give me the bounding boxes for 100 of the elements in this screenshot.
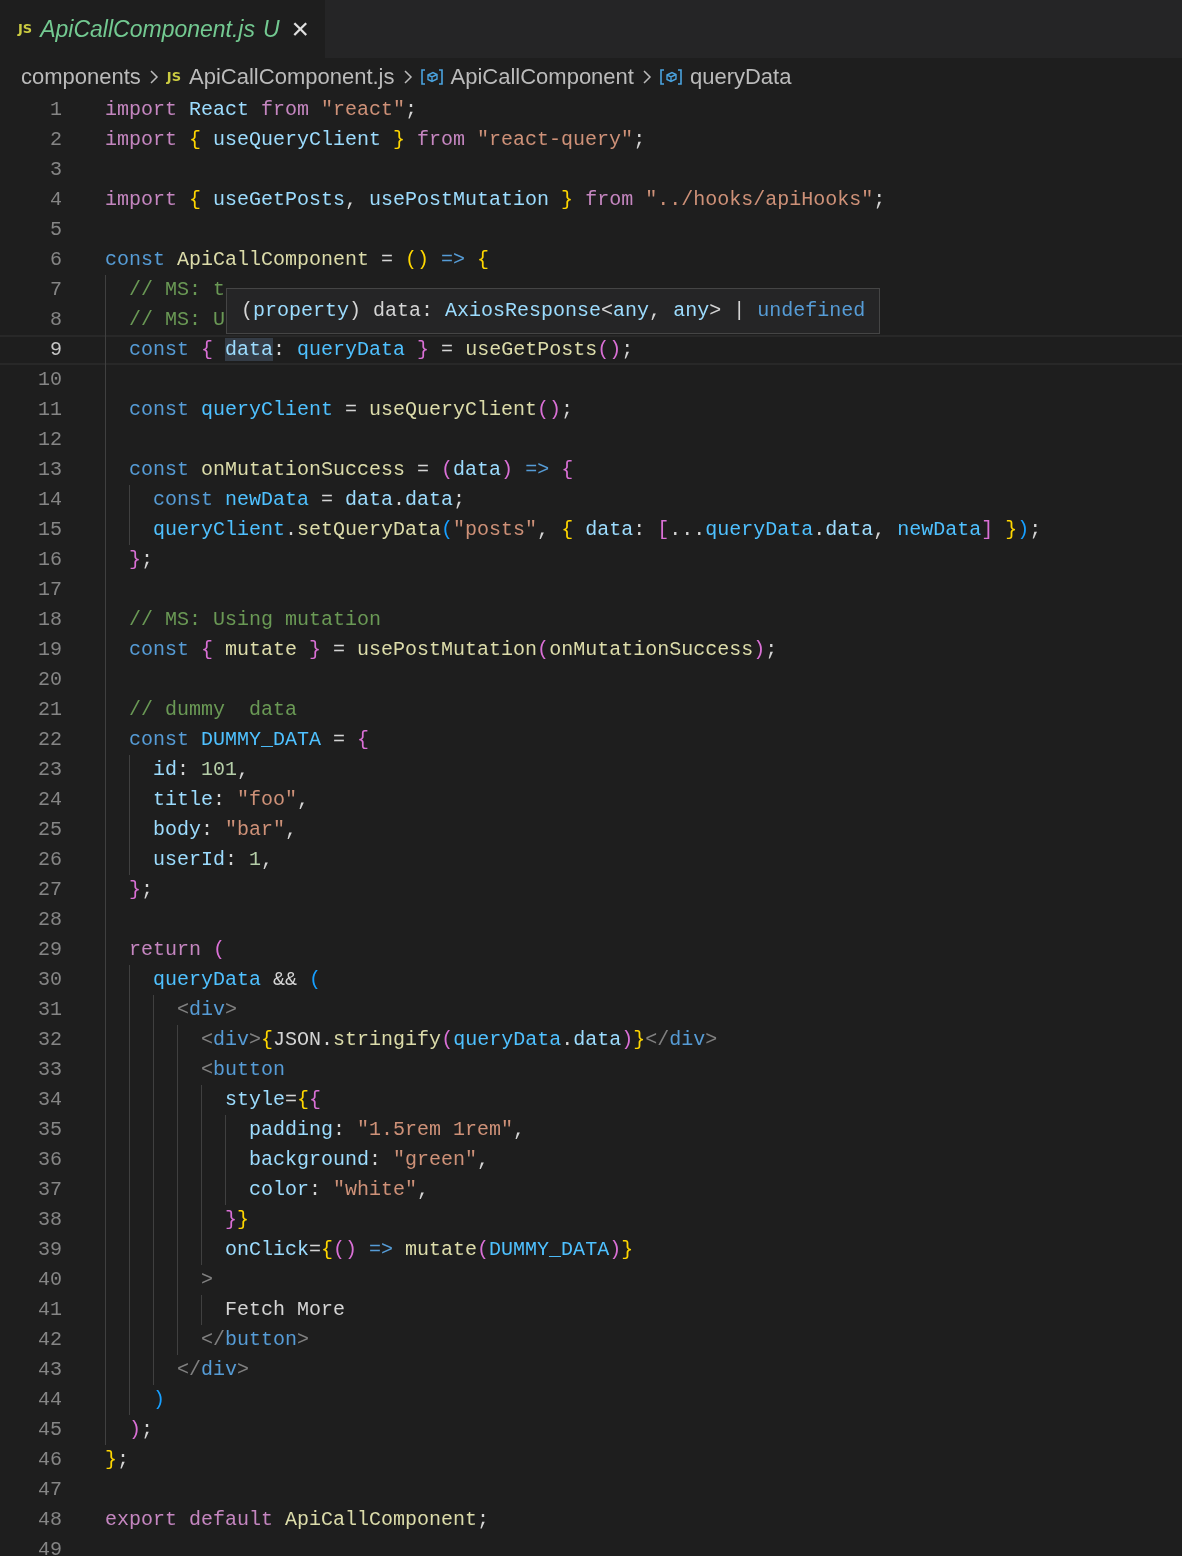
breadcrumb-item[interactable]: ApiCallComponent: [420, 60, 634, 93]
chevron-icon: [641, 68, 652, 85]
line-number: 10: [37, 367, 62, 393]
code-line: <div>: [177, 997, 238, 1023]
line-number: 36: [37, 1147, 62, 1173]
close-button[interactable]: ×: [291, 14, 310, 44]
code-line: return (: [129, 937, 226, 963]
line-number: 38: [37, 1207, 62, 1233]
code-line: // MS: t: [129, 277, 225, 303]
code-line: color: "white",: [249, 1177, 430, 1203]
line-number: 25: [37, 817, 62, 843]
code-line: const newData = data.data;: [153, 487, 466, 513]
chevron-icon: [148, 68, 159, 85]
line-number: 3: [49, 157, 62, 183]
code-line: };: [105, 1447, 130, 1473]
line-number: 27: [37, 877, 62, 903]
line-number: 8: [49, 307, 62, 333]
line-number: 37: [37, 1177, 62, 1203]
code-line: const { data: queryData } = useGetPosts();: [129, 337, 634, 363]
code-line: userId: 1,: [153, 847, 274, 873]
line-number: 2: [49, 127, 62, 153]
line-number: 40: [37, 1267, 62, 1293]
line-number: 14: [37, 487, 62, 513]
code-line: import { useQueryClient } from "react-query";: [105, 127, 646, 153]
line-number: 43: [37, 1357, 62, 1383]
line-number: 21: [37, 697, 62, 723]
code-line: // MS: U: [129, 307, 225, 333]
line-number: 15: [37, 517, 62, 543]
code-line: background: "green",: [249, 1147, 490, 1173]
line-number: 45: [37, 1417, 62, 1443]
line-number: 47: [37, 1477, 62, 1503]
line-number: 29: [37, 937, 62, 963]
js-file-icon: JS: [18, 19, 33, 39]
line-number: 42: [37, 1327, 62, 1353]
line-number: 6: [49, 247, 62, 273]
line-number: 44: [37, 1387, 62, 1413]
line-number: 35: [37, 1117, 62, 1143]
js-file-icon: JS: [166, 66, 182, 87]
line-number: 4: [49, 187, 62, 213]
line-number: 7: [49, 277, 62, 303]
code-line: export default ApiCallComponent;: [105, 1507, 490, 1533]
line-number: 9: [49, 337, 62, 363]
line-number: 18: [37, 607, 62, 633]
code-line: // dummy data: [129, 697, 298, 723]
code-line: const { mutate } = usePostMutation(onMutationSuccess);: [129, 637, 778, 663]
line-number: 19: [37, 637, 62, 663]
code-line: };: [129, 877, 154, 903]
chevron-icon: [402, 68, 413, 85]
symbol-icon: [659, 67, 682, 86]
line-number: 22: [37, 727, 62, 753]
code-line: import React from "react";: [105, 97, 418, 123]
code-line: queryData && (: [153, 967, 322, 993]
line-number: 31: [37, 997, 62, 1023]
code-line: style={{: [225, 1087, 322, 1113]
line-number: 23: [37, 757, 62, 783]
line-number: 39: [37, 1237, 62, 1263]
line-number: 32: [37, 1027, 62, 1053]
code-line: import { useGetPosts, usePostMutation } from "../hooks/apiHooks";: [105, 187, 886, 213]
line-number: 30: [37, 967, 62, 993]
code-line: <button: [201, 1057, 286, 1083]
code-line: title: "foo",: [153, 787, 310, 813]
line-number: 24: [37, 787, 62, 813]
untracked-status: U: [263, 14, 280, 44]
tooltip-text: (property) data: AxiosResponse<any, any> | undefined: [241, 299, 866, 322]
line-number: 26: [37, 847, 62, 873]
code-line: // MS: Using mutation: [129, 607, 382, 633]
line-number: 48: [37, 1507, 62, 1533]
code-line: queryClient.setQueryData("posts", { data: [...queryData.data, newData] });: [153, 517, 1042, 543]
code-line: Fetch More: [225, 1297, 346, 1323]
line-number: 20: [37, 667, 62, 693]
line-number: 46: [37, 1447, 62, 1473]
code-line: padding: "1.5rem 1rem",: [249, 1117, 526, 1143]
line-number: 41: [37, 1297, 62, 1323]
line-number: 49: [37, 1537, 62, 1556]
line-number: 12: [37, 427, 62, 453]
code-line: </button>: [201, 1327, 310, 1353]
line-number: 1: [49, 97, 62, 123]
code-line: const queryClient = useQueryClient();: [129, 397, 574, 423]
code-line: <div>{JSON.stringify(queryData.data)}</div>: [201, 1027, 718, 1053]
code-line: ): [153, 1387, 165, 1413]
line-number: 33: [37, 1057, 62, 1083]
line-number: 16: [37, 547, 62, 573]
code-line: const DUMMY_DATA = {: [129, 727, 370, 753]
line-number: 5: [49, 217, 62, 243]
code-line: );: [129, 1417, 154, 1443]
symbol-icon: [420, 67, 443, 86]
line-number: 11: [37, 397, 62, 423]
line-number: 13: [37, 457, 62, 483]
editor-tab[interactable]: JS ApiCallComponent.js U ×: [0, 0, 326, 58]
tab-title: ApiCallComponent.js: [40, 14, 255, 44]
breadcrumb-item[interactable]: queryData: [659, 60, 792, 93]
code-line: </div>: [177, 1357, 250, 1383]
line-number: 28: [37, 907, 62, 933]
code-line: const onMutationSuccess = (data) => {: [129, 457, 574, 483]
breadcrumb-item[interactable]: components: [21, 60, 141, 93]
line-number: 34: [37, 1087, 62, 1113]
code-line: >: [201, 1267, 213, 1293]
code-line: onClick={() => mutate(DUMMY_DATA)}: [225, 1237, 634, 1263]
code-line: body: "bar",: [153, 817, 298, 843]
breadcrumb-item[interactable]: JS ApiCallComponent.js: [166, 60, 395, 93]
